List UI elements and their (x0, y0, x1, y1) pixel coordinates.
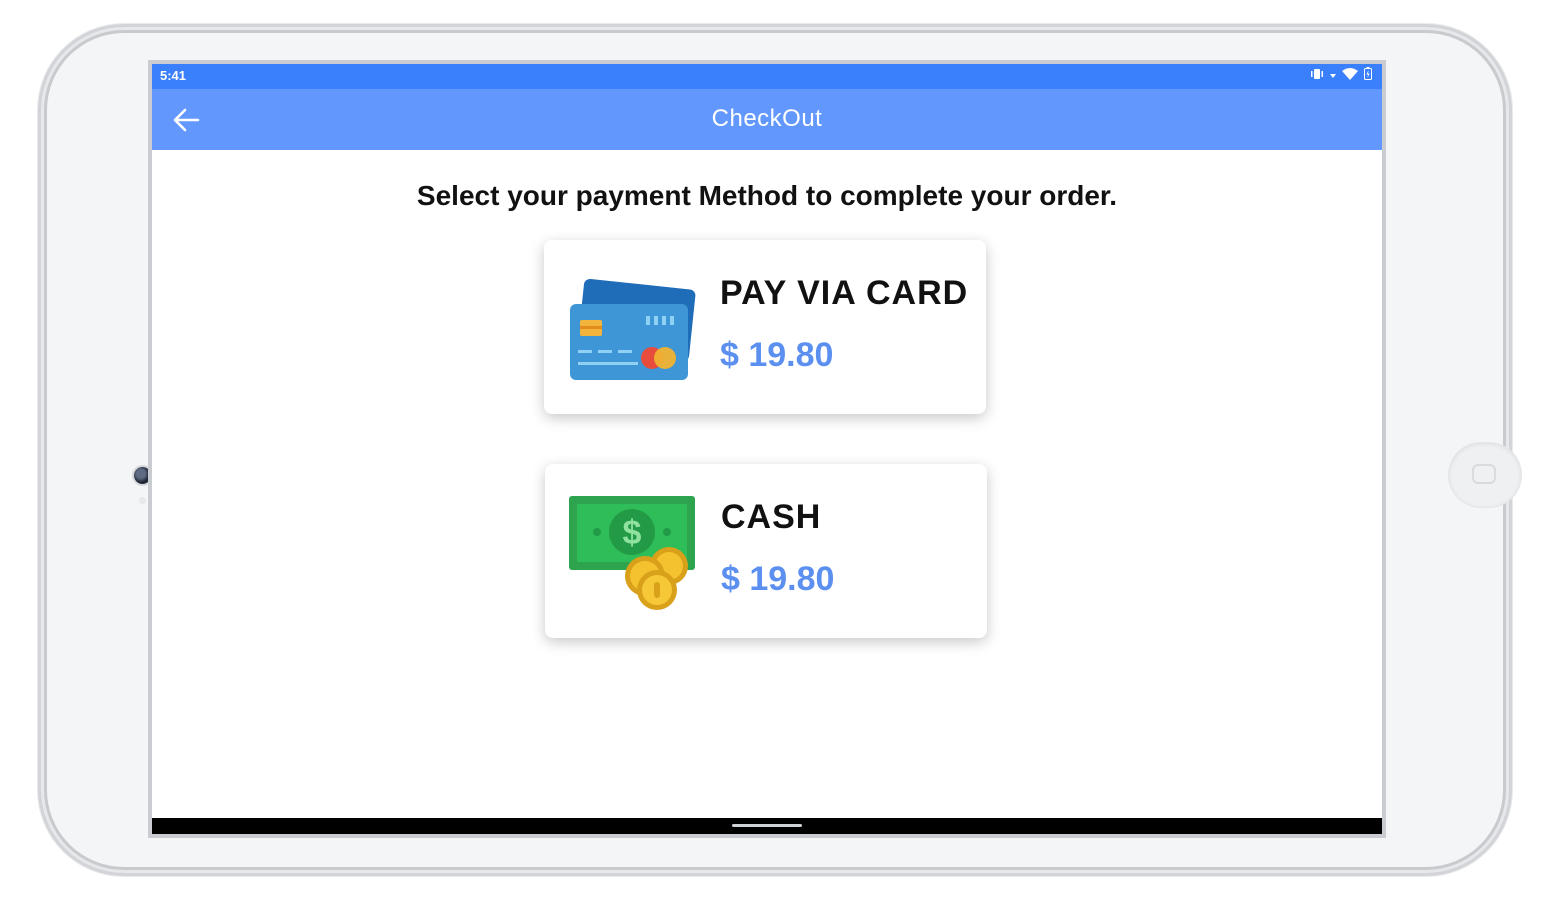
option-price: $ 19.80 (721, 560, 835, 598)
navigation-bar (152, 818, 1382, 834)
pay-via-card-option[interactable]: PAY VIA CARD $ 19.80 (544, 240, 986, 414)
status-bar: 5:41 (152, 64, 1382, 89)
option-title: CASH (721, 498, 822, 536)
cash-coins-icon: $ (569, 496, 695, 610)
option-price: $ 19.80 (720, 336, 834, 374)
payment-headline: Select your payment Method to complete y… (416, 180, 1118, 211)
page-title: CheckOut (711, 105, 823, 132)
battery-icon (1364, 67, 1372, 83)
cash-option[interactable]: $ CASH $ 19.80 (545, 464, 987, 638)
home-button-glyph (1472, 464, 1496, 484)
option-title: PAY VIA CARD (720, 274, 969, 312)
device-screen: 5:41 CheckOut Select your payment Method… (148, 60, 1386, 838)
app-bar: CheckOut (152, 89, 1382, 150)
svg-text:$: $ (623, 514, 642, 552)
status-icons (1310, 67, 1372, 83)
credit-card-icon (570, 278, 696, 380)
home-button[interactable] (1449, 443, 1521, 507)
vibrate-icon (1310, 68, 1324, 83)
signal-arrow-icon (1330, 68, 1336, 82)
sensor-dot (139, 497, 146, 504)
wifi-icon (1342, 67, 1358, 83)
home-gesture-handle[interactable] (732, 824, 802, 827)
status-time: 5:41 (160, 68, 187, 83)
